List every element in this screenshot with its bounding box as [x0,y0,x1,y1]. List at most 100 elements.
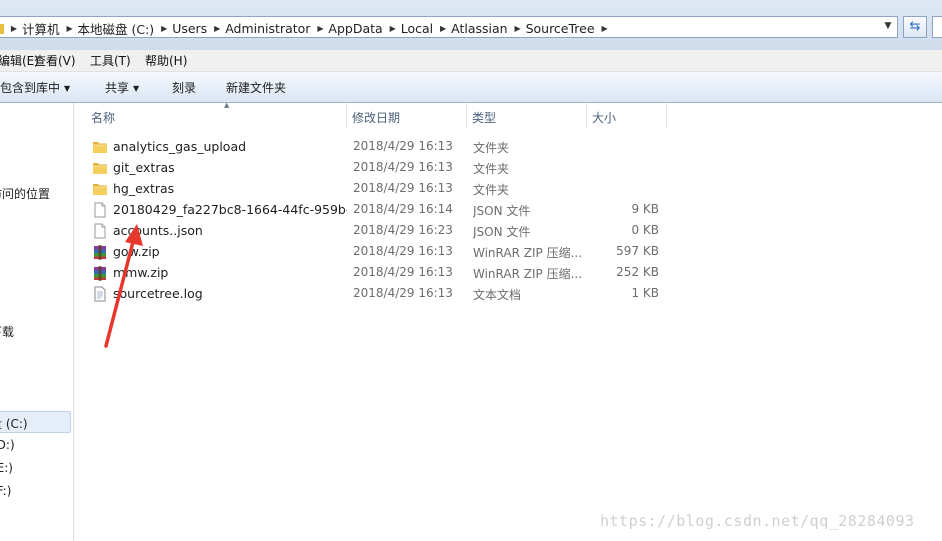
folder-icon [92,181,108,197]
file-type: 文本文档 [473,288,522,302]
chevron-down-icon: ▼ [64,84,71,93]
file-type: 文件夹 [473,162,510,176]
breadcrumb: ▶ 计算机 ▶ 本地磁盘 (C:) ▶ Users ▶ Administrator ▶ AppDa… [0,19,611,37]
file-size: 9 KB [631,202,659,216]
menu-help[interactable]: 帮助(H) [145,52,187,69]
file-icon [92,202,108,218]
winrar-archive-icon [92,244,108,260]
include-in-library-button[interactable]: 包含到库中 ▼ [0,79,70,96]
watermark-text: https://blog.csdn.net/qq_28284093 [600,512,915,530]
chevron-right-icon[interactable]: ▶ [599,24,611,33]
sort-ascending-icon: ▲ [224,101,230,109]
file-name: 20180429_fa227bc8-1664-44fc-959b-... [113,202,347,217]
column-type-label: 类型 [472,111,497,125]
nav-recent-places[interactable]: 最近访问的位置 [0,185,50,202]
file-icon [92,223,108,239]
column-size-label: 大小 [592,111,617,125]
share-label: 共享 [105,81,130,95]
share-button[interactable]: 共享 ▼ [105,79,139,96]
file-list: 名称 ▲ 修改日期 类型 大小 analytics_gas_upload 2018… [74,101,942,541]
text-document-icon [92,286,108,302]
chevron-right-icon[interactable]: ▶ [387,24,399,33]
file-row[interactable]: sourcetree.log 2018/4/29 16:13 文本文档 1 KB [74,283,942,304]
menu-tools[interactable]: 工具(T) [90,52,131,69]
folder-icon [92,139,108,155]
file-modified-date: 2018/4/29 16:13 [353,286,453,300]
file-modified-date: 2018/4/29 16:13 [353,160,453,174]
address-bar-area: ▶ 计算机 ▶ 本地磁盘 (C:) ▶ Users ▶ Administrator ▶ AppDa… [0,0,942,50]
breadcrumb-drive-c[interactable]: 本地磁盘 (C:) [76,19,159,38]
column-name-label: 名称 [91,111,116,125]
nav-drive-e[interactable]: (E:) [0,461,13,475]
file-name: git_extras [113,160,175,175]
refresh-button[interactable]: ⇆ [903,16,927,38]
chevron-right-icon[interactable]: ▶ [512,24,524,33]
file-type: WinRAR ZIP 压缩... [473,267,583,281]
file-type: JSON 文件 [473,204,531,218]
chevron-right-icon[interactable]: ▶ [158,24,170,33]
file-type: JSON 文件 [473,225,531,239]
navigation-pane: 最近访问的位置 下载 本地磁盘 (C:) (D:) (E:) (F:) [0,103,74,541]
command-toolbar: 包含到库中 ▼ 共享 ▼ 刻录 新建文件夹 [0,72,942,103]
new-folder-button[interactable]: 新建文件夹 [226,79,286,96]
file-name: hg_extras [113,181,175,196]
file-size: 252 KB [616,265,659,279]
file-type: 文件夹 [473,141,510,155]
nav-drive-f[interactable]: (F:) [0,484,11,498]
file-row[interactable]: analytics_gas_upload 2018/4/29 16:13 文件夹 [74,136,942,157]
chevron-right-icon[interactable]: ▶ [64,24,76,33]
folder-icon [92,160,108,176]
file-name: sourcetree.log [113,286,203,301]
chevron-down-icon[interactable]: ▼ [883,21,893,33]
file-modified-date: 2018/4/29 16:13 [353,139,453,153]
file-size: 597 KB [616,244,659,258]
file-size: 0 KB [631,223,659,237]
chevron-right-icon[interactable]: ▶ [314,24,326,33]
chevron-right-icon[interactable]: ▶ [8,24,20,33]
chevron-down-icon: ▼ [133,84,140,93]
nav-drive-d[interactable]: (D:) [0,438,15,452]
nav-drive-c[interactable]: 本地磁盘 (C:) [0,415,28,432]
breadcrumb-local[interactable]: Local [399,21,437,36]
file-modified-date: 2018/4/29 16:23 [353,223,453,237]
burn-button[interactable]: 刻录 [172,79,196,96]
file-modified-date: 2018/4/29 16:13 [353,265,453,279]
file-row[interactable]: hg_extras 2018/4/29 16:13 文件夹 [74,178,942,199]
winrar-archive-icon [92,265,108,281]
file-row[interactable]: git_extras 2018/4/29 16:13 文件夹 [74,157,942,178]
column-header-size[interactable]: 大小 [587,103,667,128]
chevron-right-icon[interactable]: ▶ [437,24,449,33]
file-name: mmw.zip [113,265,169,280]
breadcrumb-administrator[interactable]: Administrator [223,21,314,36]
menu-bar: 编辑(E) 查看(V) 工具(T) 帮助(H) [0,50,942,72]
nav-downloads[interactable]: 下载 [0,323,14,340]
column-header-date[interactable]: 修改日期 [347,103,467,128]
search-input[interactable] [932,16,942,38]
file-row[interactable]: gow.zip 2018/4/29 16:13 WinRAR ZIP 压缩... 59… [74,241,942,262]
chevron-right-icon[interactable]: ▶ [211,24,223,33]
refresh-icon: ⇆ [909,19,921,34]
file-size: 1 KB [631,286,659,300]
column-header-row: 名称 ▲ 修改日期 类型 大小 [74,101,942,128]
file-name: analytics_gas_upload [113,139,247,154]
column-header-name[interactable]: 名称 ▲ [86,101,347,128]
address-bar[interactable]: ▶ 计算机 ▶ 本地磁盘 (C:) ▶ Users ▶ Administrator ▶ AppDa… [0,16,898,38]
file-name: accounts..json [113,223,203,238]
breadcrumb-atlassian[interactable]: Atlassian [449,21,511,36]
file-modified-date: 2018/4/29 16:13 [353,181,453,195]
file-type: 文件夹 [473,183,510,197]
include-in-library-label: 包含到库中 [0,81,61,95]
breadcrumb-appdata[interactable]: AppData [326,21,386,36]
file-name: gow.zip [113,244,160,259]
file-modified-date: 2018/4/29 16:14 [353,202,453,216]
menu-view[interactable]: 查看(V) [34,52,76,69]
folder-icon [0,23,4,34]
breadcrumb-users[interactable]: Users [170,21,211,36]
column-header-type[interactable]: 类型 [467,103,587,128]
file-row[interactable]: mmw.zip 2018/4/29 16:13 WinRAR ZIP 压缩... 25… [74,262,942,283]
file-modified-date: 2018/4/29 16:13 [353,244,453,258]
breadcrumb-sourcetree[interactable]: SourceTree [524,21,599,36]
file-row[interactable]: accounts..json 2018/4/29 16:23 JSON 文件 0 KB [74,220,942,241]
file-row[interactable]: 20180429_fa227bc8-1664-44fc-959b-... 2018… [74,199,942,220]
breadcrumb-computer[interactable]: 计算机 [20,19,64,38]
